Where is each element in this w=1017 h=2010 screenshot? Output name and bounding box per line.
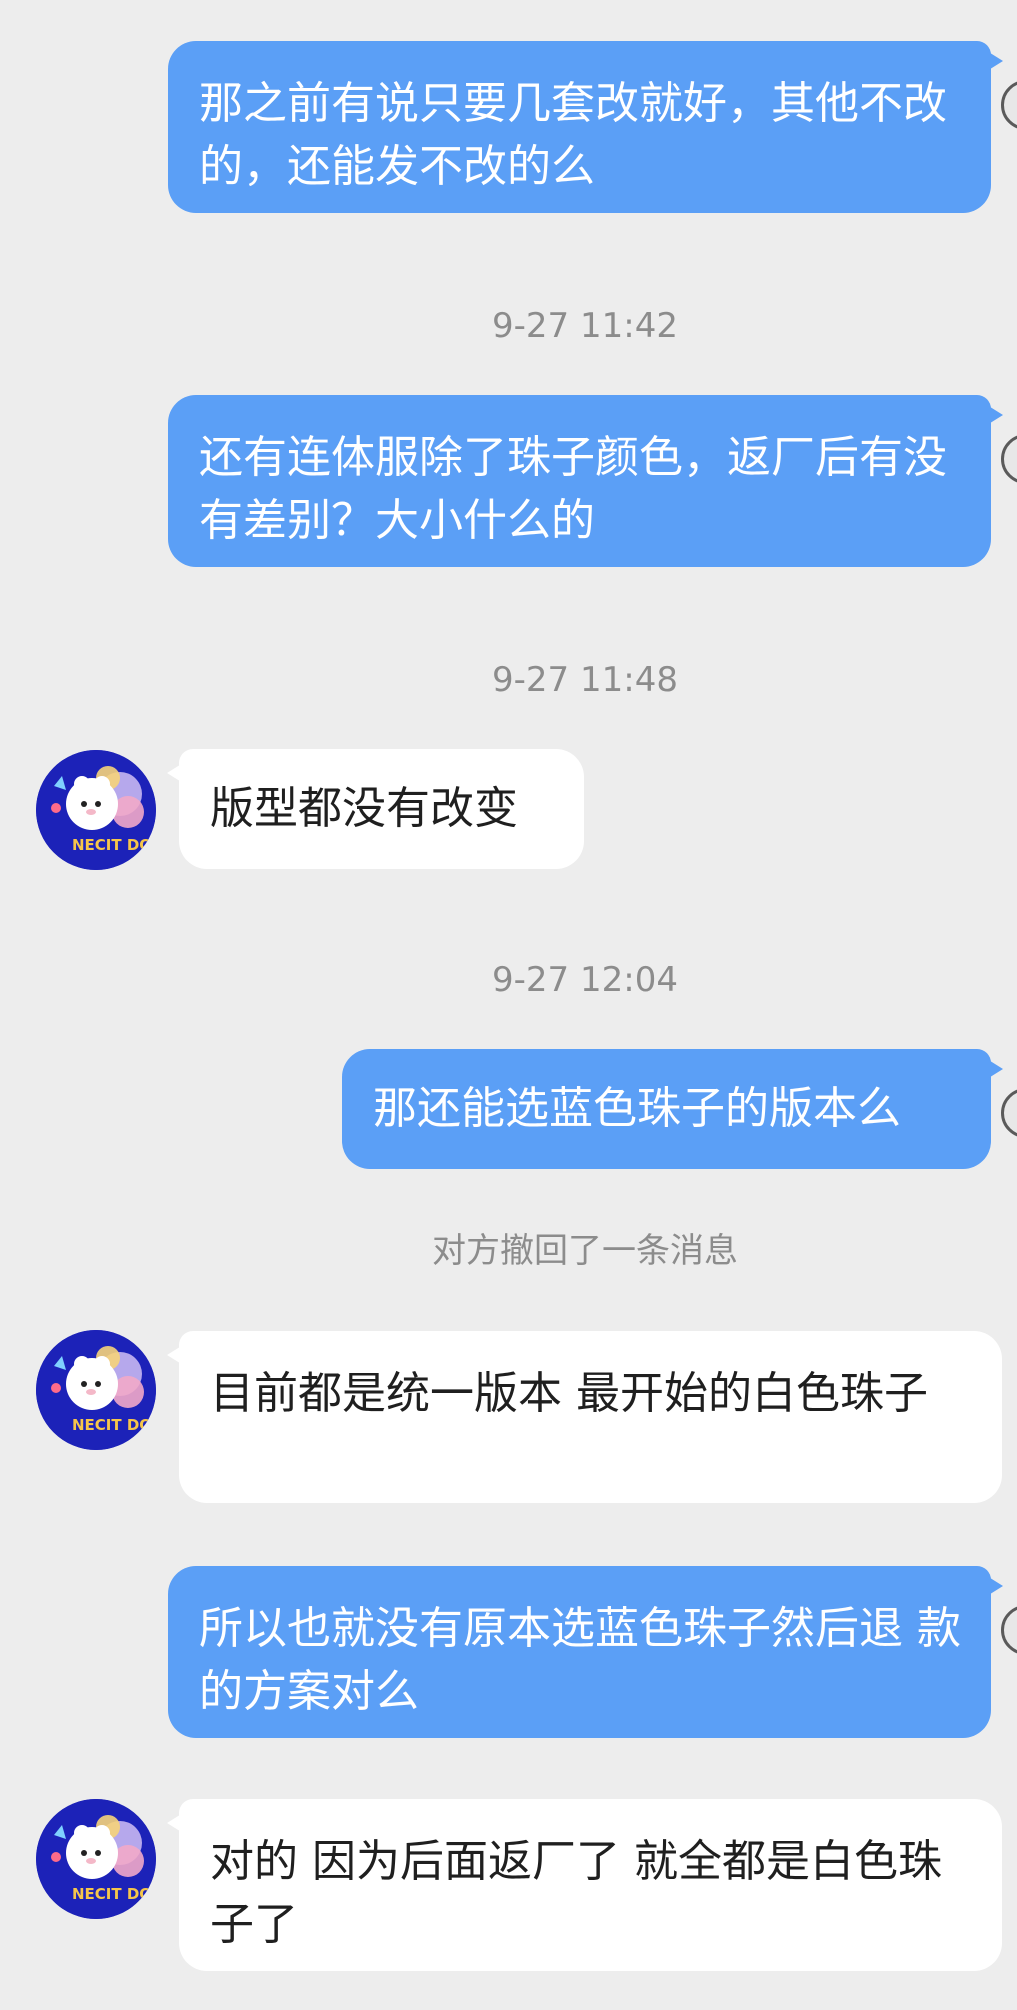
message-timestamp: 9-27 12:04 bbox=[492, 960, 678, 1000]
self-avatar[interactable] bbox=[1001, 1605, 1017, 1655]
chat-view[interactable]: 那之前有说只要几套改就好，其他不改的，还能发不改的么 9-27 11:42 还有… bbox=[0, 0, 1017, 2010]
contact-avatar[interactable]: NECIT DOLL bbox=[36, 1330, 156, 1450]
avatar-logo-text: NECIT DOLL bbox=[72, 1885, 156, 1903]
message-timestamp: 9-27 11:42 bbox=[492, 306, 678, 346]
avatar-logo-text: NECIT DOLL bbox=[72, 836, 156, 854]
incoming-message-bubble[interactable]: 目前都是统一版本 最开始的白色珠子 bbox=[167, 1331, 1002, 1503]
outgoing-message-bubble[interactable]: 那还能选蓝色珠子的版本么 bbox=[342, 1049, 1003, 1169]
contact-avatar-image: NECIT DOLL bbox=[36, 750, 156, 870]
self-avatar[interactable] bbox=[1001, 80, 1017, 130]
contact-avatar[interactable]: NECIT DOLL bbox=[36, 1799, 156, 1919]
outgoing-message-bubble[interactable]: 还有连体服除了珠子颜色，返厂后有没有差别？大小什么的 bbox=[168, 395, 1003, 567]
incoming-message-bubble[interactable]: 对的 因为后面返厂了 就全都是白色珠子了 bbox=[167, 1799, 1002, 1971]
outgoing-message-bubble[interactable]: 所以也就没有原本选蓝色珠子然后退 款的方案对么 bbox=[168, 1566, 1003, 1738]
system-notice-recalled: 对方撤回了一条消息 bbox=[432, 1231, 738, 1271]
contact-avatar[interactable]: NECIT DOLL bbox=[36, 750, 156, 870]
avatar-logo-text: NECIT DOLL bbox=[72, 1416, 156, 1434]
outgoing-message-bubble[interactable]: 那之前有说只要几套改就好，其他不改的，还能发不改的么 bbox=[168, 41, 1003, 213]
incoming-message-bubble[interactable]: 版型都没有改变 bbox=[167, 749, 584, 869]
message-timestamp: 9-27 11:48 bbox=[492, 660, 678, 700]
contact-avatar-image: NECIT DOLL bbox=[36, 1799, 156, 1919]
self-avatar[interactable] bbox=[1001, 434, 1017, 484]
self-avatar[interactable] bbox=[1001, 1088, 1017, 1138]
contact-avatar-image: NECIT DOLL bbox=[36, 1330, 156, 1450]
